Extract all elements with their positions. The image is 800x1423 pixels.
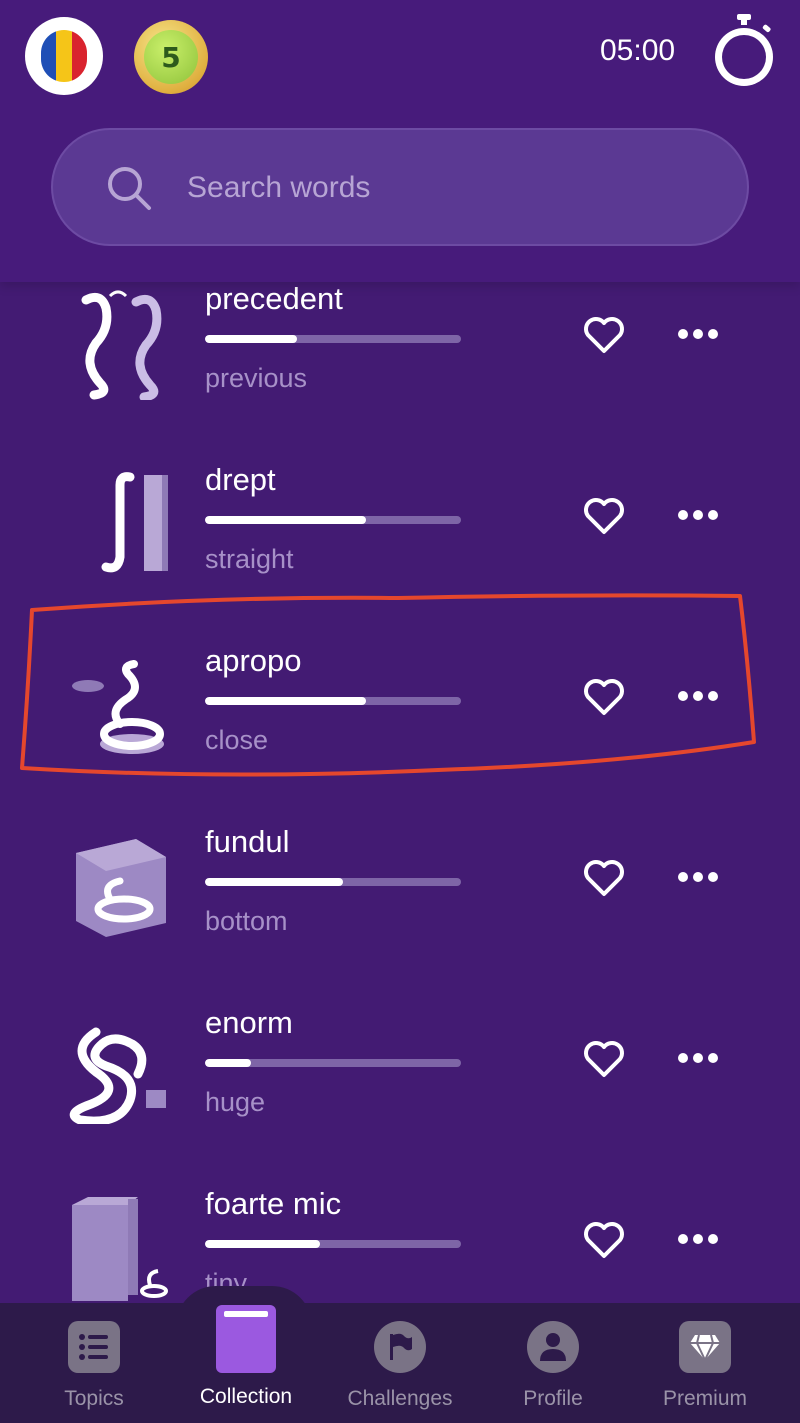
more-options-icon[interactable] [678, 691, 718, 703]
nav-label-challenges: Challenges [347, 1387, 453, 1410]
translation-text: huge [205, 1087, 266, 1117]
more-options-icon[interactable] [678, 329, 718, 341]
list-icon [68, 1321, 120, 1373]
progress-fill [205, 516, 367, 524]
translation-text: previous [205, 363, 308, 393]
nav-label-topics: Topics [64, 1387, 124, 1410]
box-small-snake-icon [72, 1197, 168, 1301]
word-text: enorm [205, 1005, 293, 1040]
more-options-icon[interactable] [678, 510, 718, 522]
search-icon [108, 167, 151, 210]
progress-fill [205, 1059, 252, 1067]
two-snakes-icon [81, 290, 162, 400]
nav-label-profile: Profile [523, 1387, 583, 1410]
nav-label-premium: Premium [662, 1387, 747, 1410]
heart-icon[interactable] [582, 858, 626, 898]
search-bar[interactable] [51, 128, 749, 246]
bottom-nav: Topics Collection Challenges Profile Pre… [0, 1303, 800, 1423]
progress-fill [205, 335, 298, 343]
progress-bar [205, 1059, 461, 1067]
progress-bar [205, 697, 461, 705]
snake-in-box-icon [76, 839, 166, 937]
nav-item-premium[interactable]: Premium [625, 1303, 785, 1423]
book-icon [216, 1305, 276, 1373]
more-options-icon[interactable] [678, 872, 718, 884]
stopwatch-icon[interactable] [711, 14, 777, 88]
word-text: apropo [205, 643, 302, 678]
list-item[interactable]: apropo close [0, 607, 800, 788]
heart-icon[interactable] [582, 1220, 626, 1260]
translation-text: straight [205, 544, 294, 574]
straight-snake-icon [101, 472, 168, 573]
more-options-icon[interactable] [678, 1053, 718, 1065]
search-input[interactable] [187, 160, 687, 216]
progress-fill [205, 1240, 321, 1248]
nav-item-topics[interactable]: Topics [14, 1303, 174, 1423]
diamond-icon [679, 1321, 731, 1373]
person-icon [527, 1321, 579, 1373]
progress-bar [205, 1240, 461, 1248]
word-text: foarte mic [205, 1186, 342, 1221]
level-badge[interactable]: 5 [134, 20, 208, 94]
flag-icon [374, 1321, 426, 1373]
progress-bar [205, 878, 461, 886]
romania-flag-icon [41, 30, 87, 82]
level-badge-value: 5 [144, 30, 198, 84]
nav-item-profile[interactable]: Profile [473, 1303, 633, 1423]
top-header: 5 05:00 [0, 0, 800, 282]
more-options-icon[interactable] [678, 1234, 718, 1246]
heart-icon[interactable] [582, 315, 626, 355]
heart-icon[interactable] [582, 1039, 626, 1079]
timer-text: 05:00 [600, 34, 676, 67]
heart-icon[interactable] [582, 677, 626, 717]
word-text: fundul [205, 824, 290, 859]
nav-item-collection[interactable]: Collection [166, 1303, 326, 1423]
progress-fill [205, 697, 367, 705]
progress-fill [205, 878, 344, 886]
list-item[interactable]: fundul bottom [0, 788, 800, 969]
coiled-snake-icon [72, 660, 164, 754]
word-text: drept [205, 462, 276, 497]
translation-text: close [205, 725, 269, 755]
progress-bar [205, 516, 461, 524]
list-item[interactable]: drept straight [0, 426, 800, 607]
big-snake-icon [69, 1027, 166, 1124]
language-flag-button[interactable] [25, 17, 103, 95]
list-item[interactable]: enorm huge [0, 969, 800, 1150]
translation-text: bottom [205, 906, 288, 936]
nav-label-collection: Collection [199, 1385, 293, 1408]
heart-icon[interactable] [582, 496, 626, 536]
progress-bar [205, 335, 461, 343]
word-text: precedent [205, 281, 343, 316]
nav-item-challenges[interactable]: Challenges [320, 1303, 480, 1423]
